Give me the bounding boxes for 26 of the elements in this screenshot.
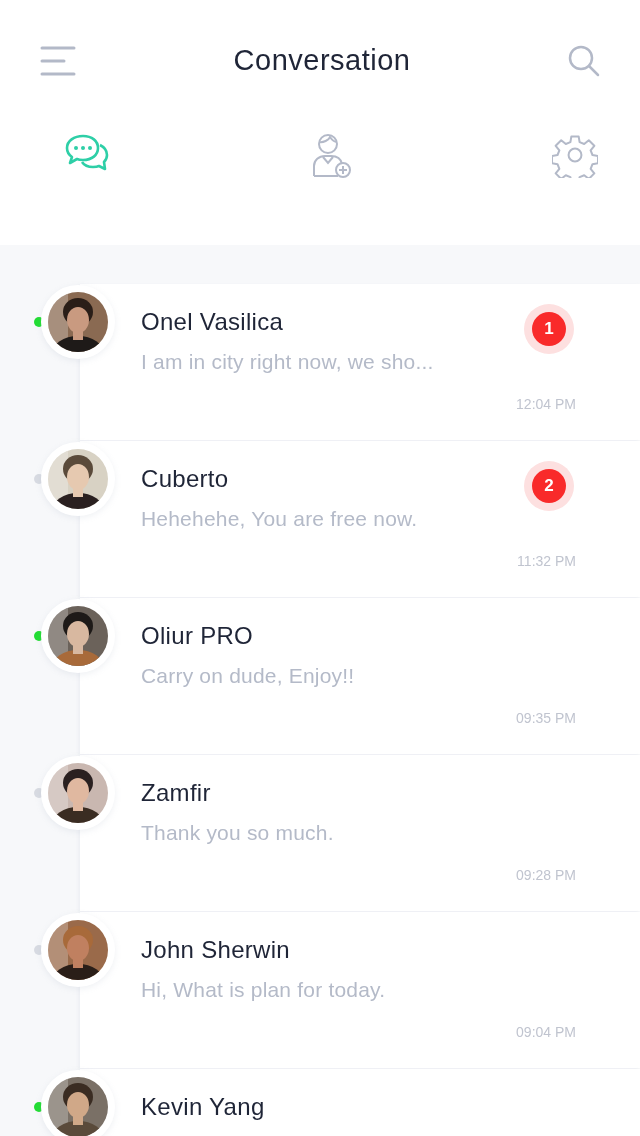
- message-preview: Thank you so much.: [141, 821, 334, 845]
- conversation-card[interactable]: John Sherwin Hi, What is plan for today. 09:04 PM: [80, 912, 640, 1068]
- screen-title: Conversation: [233, 44, 411, 77]
- timestamp: 09:04 PM: [516, 1024, 576, 1040]
- timestamp: 09:35 PM: [516, 710, 576, 726]
- conversation-card[interactable]: Kevin Yang: [80, 1069, 640, 1136]
- contact-name: Onel Vasilica: [141, 308, 284, 336]
- add-user-icon: [310, 132, 352, 180]
- contact-name: Oliur PRO: [141, 622, 254, 650]
- conversation-card[interactable]: Oliur PRO Carry on dude, Enjoy!! 09:35 PM: [80, 598, 640, 754]
- timestamp: 11:32 PM: [517, 553, 576, 569]
- message-preview: Hi, What is plan for today.: [141, 978, 386, 1002]
- contact-name: Cuberto: [141, 465, 229, 493]
- message-preview: Hehehehe, You are free now.: [141, 507, 418, 531]
- timestamp: 09:28 PM: [516, 867, 576, 883]
- contact-name: Kevin Yang: [141, 1093, 265, 1121]
- search-icon[interactable]: [568, 44, 600, 77]
- contact-name: John Sherwin: [141, 936, 291, 964]
- timestamp: 12:04 PM: [516, 396, 576, 412]
- conversation-card[interactable]: Cuberto Hehehehe, You are free now. 11:32 PM 2: [80, 441, 640, 597]
- menu-icon[interactable]: [40, 45, 76, 76]
- message-preview: Carry on dude, Enjoy!!: [141, 664, 355, 688]
- conversation-card[interactable]: Zamfir Thank you so much. 09:28 PM: [80, 755, 640, 911]
- message-preview: I am in city right now, we sho...: [141, 350, 434, 374]
- contact-name: Zamfir: [141, 779, 211, 807]
- conversation-card[interactable]: Onel Vasilica I am in city right now, we sho... 12:04 PM 1: [80, 284, 640, 440]
